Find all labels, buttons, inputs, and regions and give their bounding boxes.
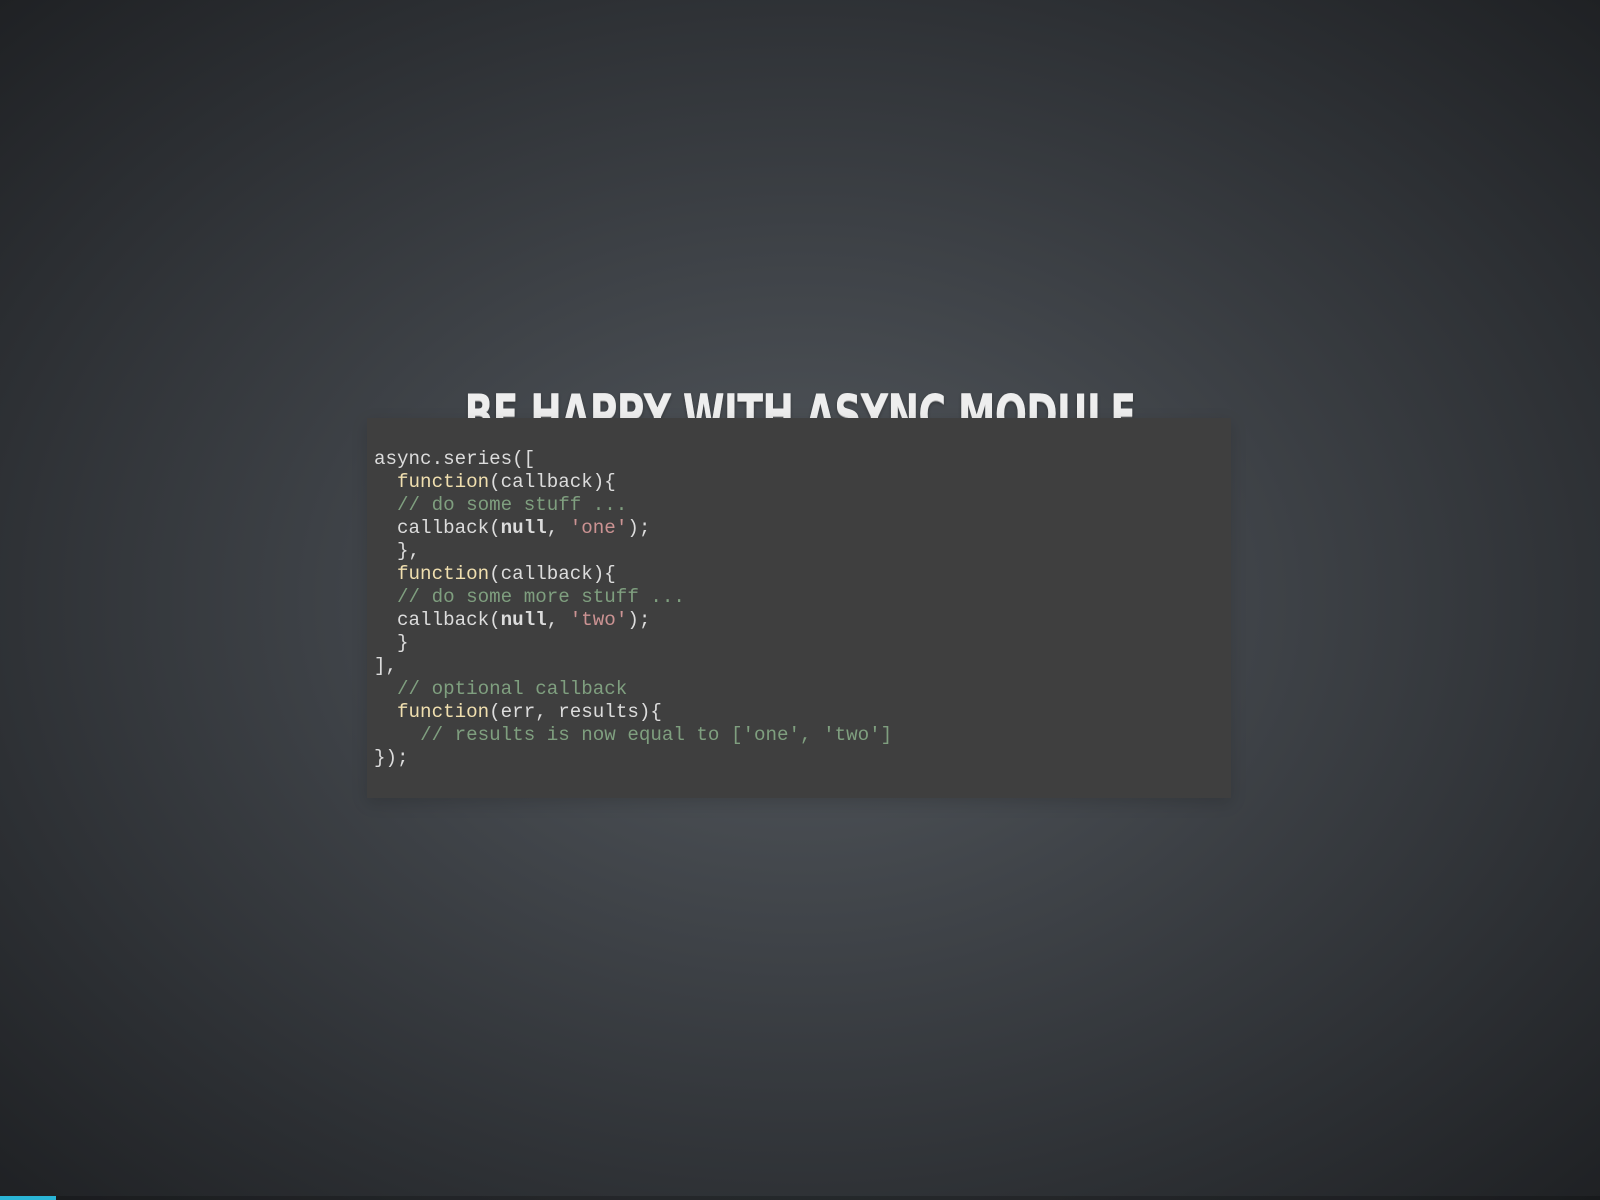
code-line: // results is now equal to ['one', 'two'… [374, 724, 1231, 747]
code-text: callback( [374, 517, 501, 539]
code-line: // optional callback [374, 678, 1231, 701]
code-line: callback(null, 'two'); [374, 609, 1231, 632]
code-null: null [500, 609, 547, 631]
code-text: ], [374, 655, 398, 677]
code-keyword: function [397, 471, 490, 493]
code-line: }, [374, 540, 1231, 563]
code-text: , [546, 517, 570, 539]
progress-bar [0, 1196, 1600, 1200]
progress-fill [0, 1196, 56, 1200]
code-comment: // optional callback [397, 678, 628, 700]
code-string: 'two' [569, 609, 628, 631]
code-line: }); [374, 747, 1231, 770]
code-text: } [374, 632, 409, 654]
code-text: (callback){ [489, 471, 616, 493]
code-line: function(callback){ [374, 471, 1231, 494]
code-line: } [374, 632, 1231, 655]
presentation-slide: BE HAPPY WITH ASYNC MODULE async.series(… [0, 0, 1600, 1200]
code-text: }, [374, 540, 421, 562]
code-block: async.series([ function(callback){ // do… [367, 418, 1231, 798]
code-comment: // do some more stuff ... [397, 586, 685, 608]
code-line: function(callback){ [374, 563, 1231, 586]
code-line: function(err, results){ [374, 701, 1231, 724]
code-text: }); [374, 747, 409, 769]
code-keyword: function [397, 701, 490, 723]
code-line: // do some more stuff ... [374, 586, 1231, 609]
code-text: (err, results){ [489, 701, 662, 723]
code-keyword: function [397, 563, 490, 585]
code-text: callback( [374, 609, 501, 631]
code-text: , [546, 609, 570, 631]
code-text: async.series([ [374, 448, 536, 470]
code-comment: // do some stuff ... [397, 494, 628, 516]
code-line: ], [374, 655, 1231, 678]
code-comment: // results is now equal to ['one', 'two'… [420, 724, 893, 746]
code-line: async.series([ [374, 448, 1231, 471]
code-string: 'one' [569, 517, 628, 539]
code-text: (callback){ [489, 563, 616, 585]
code-line: callback(null, 'one'); [374, 517, 1231, 540]
code-text: ); [627, 609, 651, 631]
code-line: // do some stuff ... [374, 494, 1231, 517]
code-text: ); [627, 517, 651, 539]
code-null: null [500, 517, 547, 539]
